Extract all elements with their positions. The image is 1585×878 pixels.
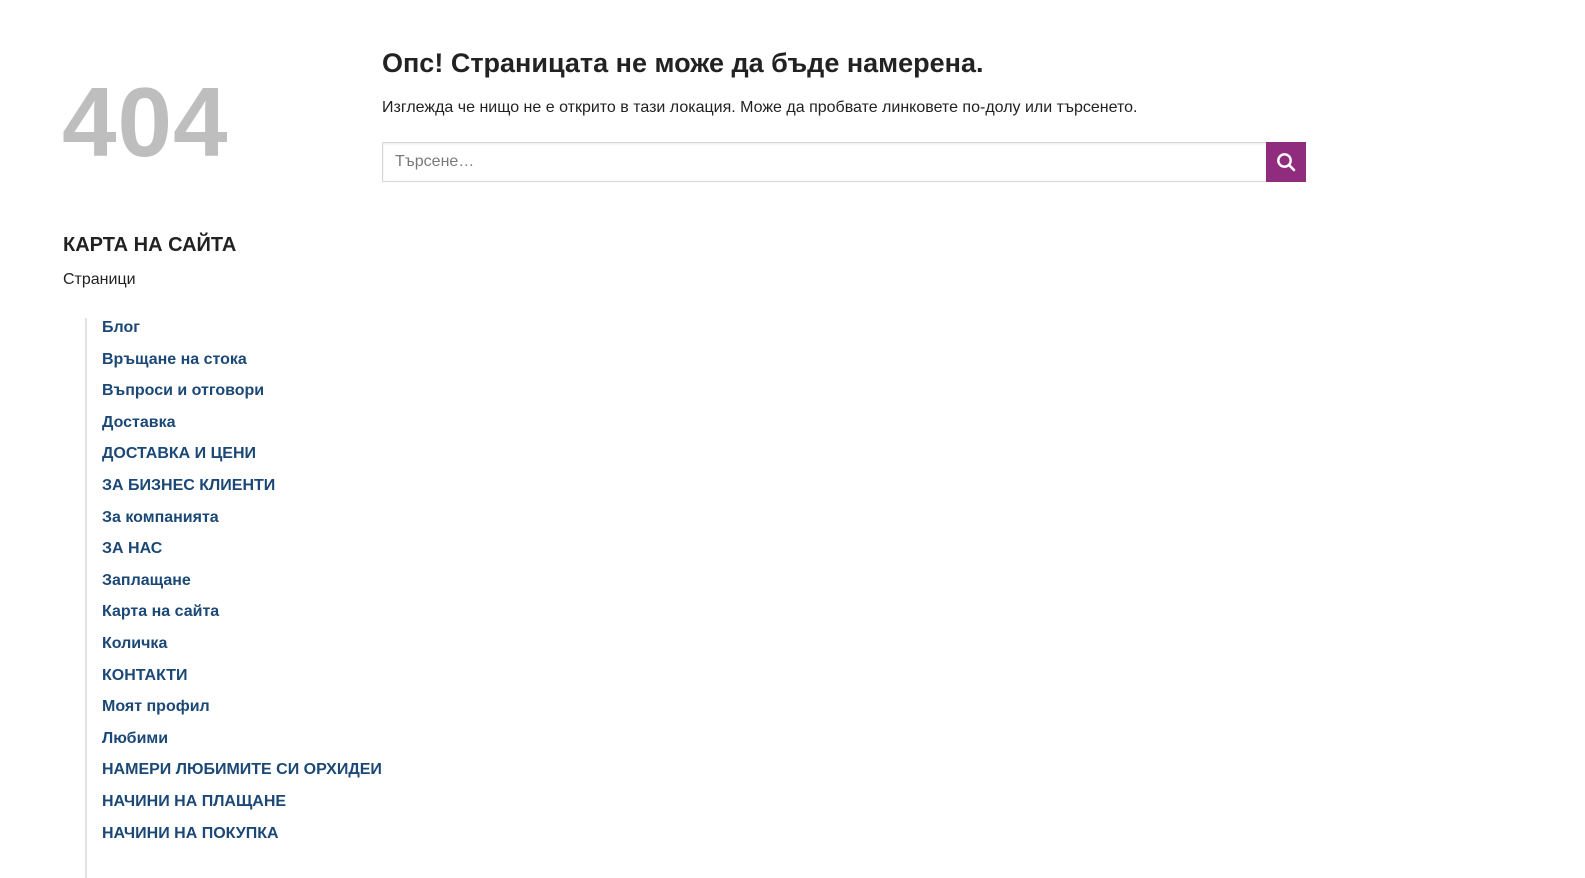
sitemap-link-find-orchids[interactable]: НАМЕРИ ЛЮБИМИТЕ СИ ОРХИДЕИ (102, 761, 382, 778)
sitemap-link-delivery-prices[interactable]: ДОСТАВКА И ЦЕНИ (102, 445, 256, 462)
list-item: Блог (102, 318, 382, 350)
search-form (382, 142, 1306, 182)
sitemap-page-list: Блог Връщане на стока Въпроси и отговори… (85, 318, 382, 878)
list-item: Доставка (102, 413, 382, 445)
sitemap-link-cart[interactable]: Количка (102, 635, 167, 652)
list-item: Въпроси и отговори (102, 381, 382, 413)
pages-label: Страници (63, 271, 136, 288)
list-item: НАМЕРИ ЛЮБИМИТЕ СИ ОРХИДЕИ (102, 760, 382, 792)
search-input[interactable] (382, 142, 1266, 182)
sitemap-link-blog[interactable]: Блог (102, 319, 140, 336)
error-description: Изглежда че нищо не е открито в тази лок… (382, 99, 1138, 116)
list-item: НАЧИНИ НА ПЛАЩАНЕ (102, 792, 382, 824)
list-item: НАЧИНИ НА ПОКУПКА (102, 824, 382, 856)
list-item: Връщане на стока (102, 350, 382, 382)
sitemap-link-about-us[interactable]: ЗА НАС (102, 540, 162, 557)
search-icon (1277, 153, 1296, 172)
sitemap-link-favorites[interactable]: Любими (102, 730, 168, 747)
list-item: КОНТАКТИ (102, 666, 382, 698)
list-item: Количка (102, 634, 382, 666)
sitemap-link-business-clients[interactable]: ЗА БИЗНЕС КЛИЕНТИ (102, 477, 275, 494)
list-item: ЗА БИЗНЕС КЛИЕНТИ (102, 476, 382, 508)
error-code: 404 (62, 67, 229, 177)
list-item: Любими (102, 729, 382, 761)
sitemap-link-sitemap[interactable]: Карта на сайта (102, 603, 219, 620)
sitemap-title: КАРТА НА САЙТА (63, 234, 237, 256)
sitemap-link-contacts[interactable]: КОНТАКТИ (102, 667, 188, 684)
list-item: ДОСТАВКА И ЦЕНИ (102, 444, 382, 476)
sitemap-link-returns[interactable]: Връщане на стока (102, 351, 247, 368)
sitemap-link-payment[interactable]: Заплащане (102, 572, 191, 589)
search-button[interactable] (1266, 142, 1306, 182)
sitemap-link-my-profile[interactable]: Моят профил (102, 698, 210, 715)
list-item: За компанията (102, 508, 382, 540)
sitemap-link-about-company[interactable]: За компанията (102, 509, 219, 526)
list-item: ЗА НАС (102, 539, 382, 571)
list-item: Моят профил (102, 697, 382, 729)
page-title: Опс! Страницата не може да бъде намерена… (382, 48, 984, 78)
list-item: Заплащане (102, 571, 382, 603)
sitemap-link-faq[interactable]: Въпроси и отговори (102, 382, 264, 399)
sitemap-link-delivery[interactable]: Доставка (102, 414, 176, 431)
sitemap-link-payment-methods[interactable]: НАЧИНИ НА ПЛАЩАНЕ (102, 793, 286, 810)
list-item: Карта на сайта (102, 602, 382, 634)
